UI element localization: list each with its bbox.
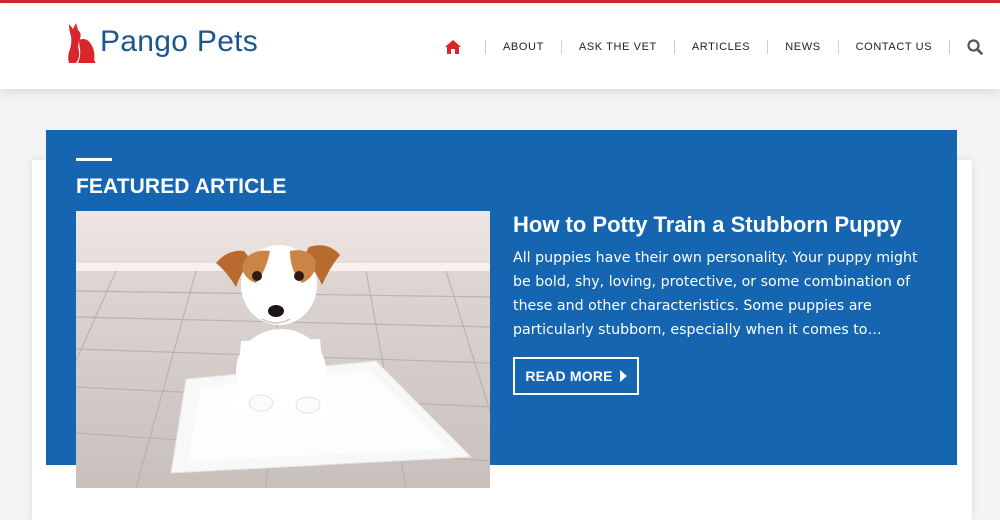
site-header: Pango Pets ABOUT ASK THE VET ARTICLES NE… xyxy=(0,3,1000,89)
main-nav: ABOUT ASK THE VET ARTICLES NEWS CONTACT … xyxy=(438,37,983,57)
featured-article-image[interactable] xyxy=(76,211,490,488)
search-icon xyxy=(967,39,983,55)
nav-divider xyxy=(767,40,769,54)
site-logo[interactable]: Pango Pets xyxy=(66,17,258,67)
nav-item-articles[interactable]: ARTICLES xyxy=(692,41,750,53)
caret-right-icon xyxy=(619,370,627,382)
site-logo-text: Pango Pets xyxy=(100,25,259,58)
heading-rule xyxy=(76,158,112,161)
home-icon xyxy=(445,40,461,54)
nav-item-contact-us[interactable]: CONTACT US xyxy=(856,41,933,53)
pet-logo-icon xyxy=(68,23,96,63)
nav-item-ask-the-vet[interactable]: ASK THE VET xyxy=(579,41,657,53)
nav-divider xyxy=(673,40,675,54)
search-button[interactable] xyxy=(967,39,983,55)
nav-home[interactable] xyxy=(438,40,468,54)
read-more-label: READ MORE xyxy=(525,368,613,384)
puppy-on-pad-photo xyxy=(76,211,490,488)
article-title[interactable]: How to Potty Train a Stubborn Puppy xyxy=(513,212,902,238)
article-excerpt: All puppies have their own personality. … xyxy=(513,250,918,338)
nav-divider xyxy=(485,40,486,54)
nav-divider xyxy=(837,40,839,54)
nav-item-about[interactable]: ABOUT xyxy=(503,41,544,53)
nav-divider xyxy=(560,40,562,54)
featured-heading: FEATURED ARTICLE xyxy=(76,175,287,198)
read-more-button[interactable]: READ MORE xyxy=(513,357,639,395)
nav-divider xyxy=(949,40,951,54)
nav-item-news[interactable]: NEWS xyxy=(785,41,820,53)
